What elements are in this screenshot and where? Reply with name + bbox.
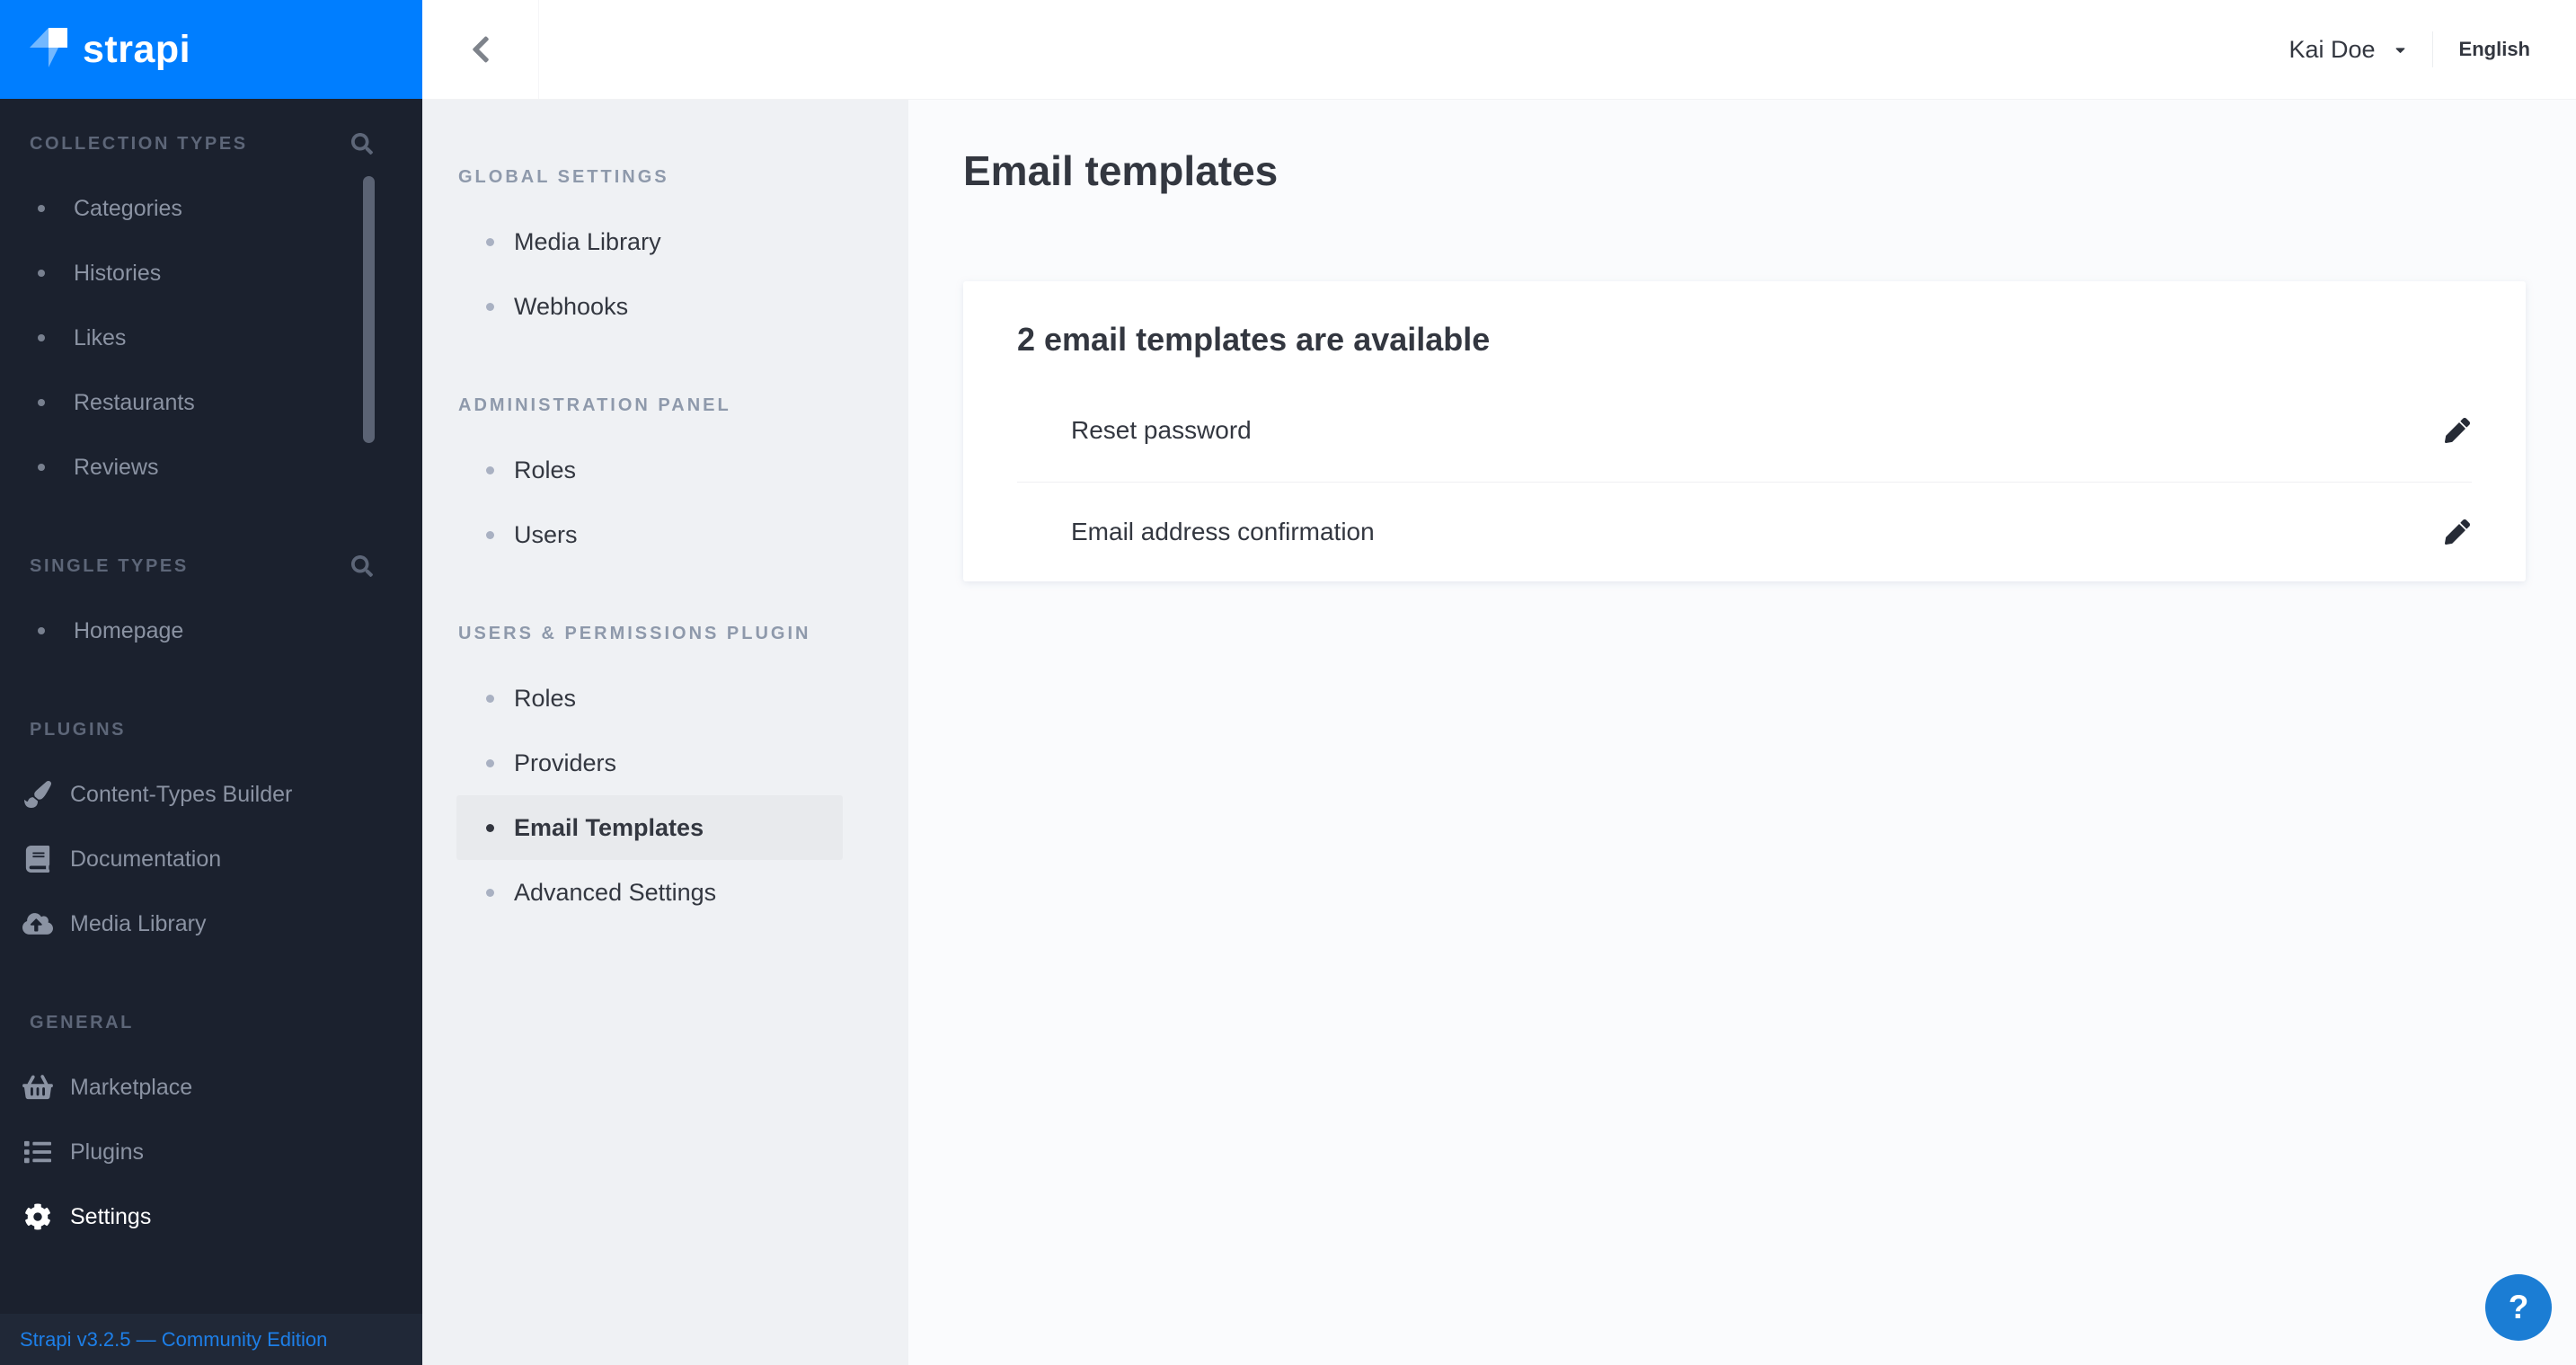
- sidebar-item-restaurants[interactable]: Restaurants: [0, 370, 422, 435]
- bullet-icon: [486, 823, 494, 832]
- cloud-upload-icon: [22, 913, 53, 935]
- caret-down-icon: [2395, 47, 2404, 53]
- sidebar-item-settings[interactable]: Settings: [0, 1184, 422, 1249]
- card-title: 2 email templates are available: [1017, 321, 1491, 358]
- book-icon: [25, 846, 50, 873]
- settings-item-admin-roles[interactable]: Roles: [422, 438, 908, 502]
- bullet-icon: [486, 694, 494, 703]
- sidebar-item-documentation[interactable]: Documentation: [0, 827, 422, 891]
- search-icon[interactable]: [351, 555, 373, 577]
- edit-email-confirmation-button[interactable]: [2445, 519, 2470, 545]
- section-single-types: SINGLE TYPES Homepage: [0, 534, 422, 663]
- list-icon: [24, 1140, 51, 1164]
- users-permissions-header: USERS & PERMISSIONS PLUGIN: [458, 623, 811, 643]
- search-icon[interactable]: [351, 133, 373, 155]
- bullet-icon: [486, 302, 494, 311]
- page-title: Email templates: [963, 147, 1279, 194]
- shopping-basket-icon: [22, 1075, 53, 1100]
- settings-item-media-library[interactable]: Media Library: [422, 209, 908, 274]
- section-general: GENERAL Marketplace Plugins Settings: [0, 990, 422, 1249]
- main-sidebar: strapi COLLECTION TYPES Categories Histo…: [0, 0, 422, 1365]
- sidebar-item-media-library[interactable]: Media Library: [0, 891, 422, 956]
- administration-panel-header: ADMINISTRATION PANEL: [458, 394, 731, 415]
- general-header: GENERAL: [30, 1012, 134, 1033]
- settings-item-providers[interactable]: Providers: [422, 731, 908, 795]
- bullet-icon: [38, 334, 45, 341]
- section-collection-types: COLLECTION TYPES Categories Histories Li…: [0, 111, 422, 500]
- language-selector[interactable]: English: [2459, 38, 2530, 61]
- strapi-logo-text: strapi: [83, 27, 191, 71]
- bullet-icon: [486, 530, 494, 539]
- bullet-icon: [38, 399, 45, 406]
- settings-item-webhooks[interactable]: Webhooks: [422, 274, 908, 339]
- settings-item-admin-users[interactable]: Users: [422, 502, 908, 567]
- sidebar-item-histories[interactable]: Histories: [0, 241, 422, 306]
- plugins-header: PLUGINS: [30, 719, 127, 740]
- template-row-reset-password: Reset password: [963, 378, 2526, 482]
- section-global-settings: GLOBAL SETTINGS Media Library Webhooks: [422, 145, 908, 339]
- sidebar-footer: Strapi v3.2.5 — Community Edition: [0, 1314, 422, 1365]
- sidebar-item-likes[interactable]: Likes: [0, 306, 422, 370]
- sidebar-item-reviews[interactable]: Reviews: [0, 435, 422, 500]
- user-menu[interactable]: Kai Doe: [2288, 36, 2407, 64]
- sidebar-item-plugins[interactable]: Plugins: [0, 1120, 422, 1184]
- settings-item-email-templates[interactable]: Email Templates: [456, 795, 843, 860]
- sidebar-item-content-types-builder[interactable]: Content-Types Builder: [0, 762, 422, 827]
- bullet-icon: [486, 237, 494, 246]
- bullet-icon: [38, 464, 45, 471]
- section-administration-panel: ADMINISTRATION PANEL Roles Users: [422, 373, 908, 567]
- topbar-divider: [2431, 31, 2433, 67]
- bullet-icon: [38, 627, 45, 634]
- gear-icon: [25, 1203, 50, 1230]
- bullet-icon: [38, 270, 45, 277]
- topbar-right: Kai Doe English: [2288, 0, 2576, 99]
- chevron-left-icon: [472, 36, 489, 63]
- template-name: Reset password: [1071, 415, 1252, 444]
- pencil-icon: [2445, 519, 2470, 545]
- strapi-version-link[interactable]: Strapi v3.2.5 — Community Edition: [20, 1328, 327, 1352]
- email-templates-card: 2 email templates are available Reset pa…: [963, 281, 2526, 581]
- bullet-icon: [486, 758, 494, 767]
- global-settings-header: GLOBAL SETTINGS: [458, 166, 669, 187]
- back-button[interactable]: [422, 0, 539, 99]
- bullet-icon: [38, 205, 45, 212]
- template-name: Email address confirmation: [1071, 518, 1375, 545]
- topbar: Kai Doe English: [422, 0, 2576, 100]
- pencil-icon: [2445, 417, 2470, 443]
- sidebar-item-categories[interactable]: Categories: [0, 176, 422, 241]
- template-row-email-confirmation: Email address confirmation: [963, 483, 2526, 581]
- sidebar-sections: COLLECTION TYPES Categories Histories Li…: [0, 99, 422, 1314]
- section-plugins: PLUGINS Content-Types Builder Documentat…: [0, 697, 422, 956]
- settings-item-advanced-settings[interactable]: Advanced Settings: [422, 860, 908, 925]
- bullet-icon: [486, 465, 494, 474]
- strapi-logo[interactable]: strapi: [0, 0, 422, 99]
- user-name: Kai Doe: [2288, 35, 2376, 63]
- sidebar-item-homepage[interactable]: Homepage: [0, 598, 422, 663]
- main-content: Email templates 2 email templates are av…: [908, 100, 2576, 1365]
- sidebar-scrollbar[interactable]: [363, 176, 375, 443]
- section-users-permissions-plugin: USERS & PERMISSIONS PLUGIN Roles Provide…: [422, 601, 908, 925]
- help-button[interactable]: ?: [2485, 1274, 2552, 1341]
- bullet-icon: [486, 888, 494, 897]
- settings-item-up-roles[interactable]: Roles: [422, 666, 908, 731]
- edit-reset-password-button[interactable]: [2445, 417, 2470, 443]
- paint-brush-icon: [23, 781, 51, 808]
- sidebar-item-marketplace[interactable]: Marketplace: [0, 1055, 422, 1120]
- settings-sidebar: GLOBAL SETTINGS Media Library Webhooks A…: [422, 100, 908, 1365]
- strapi-logo-icon: [30, 28, 67, 67]
